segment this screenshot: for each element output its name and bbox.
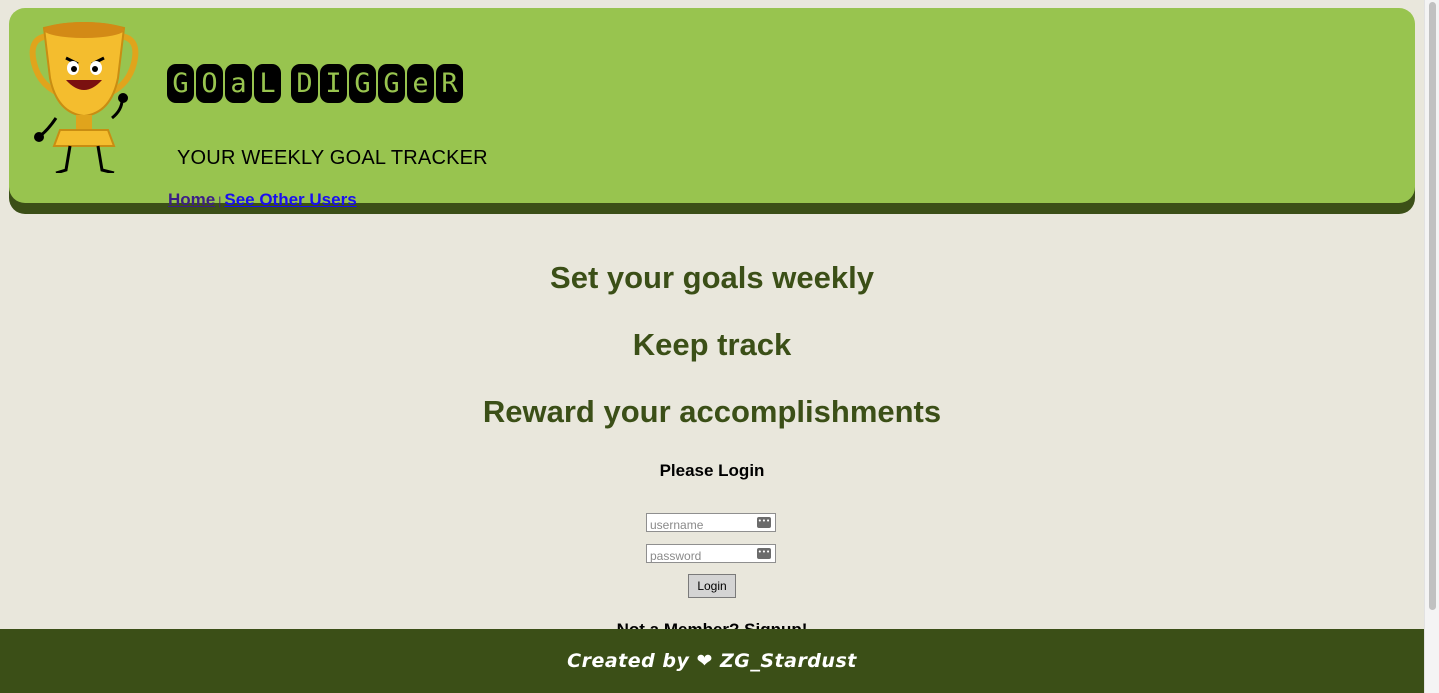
nav-separator: |: [218, 194, 222, 208]
password-key-icon[interactable]: •••: [757, 517, 771, 528]
trophy-mascot-icon: [29, 22, 139, 173]
nav-see-other-users-link[interactable]: See Other Users: [224, 190, 356, 209]
password-input[interactable]: [647, 547, 763, 565]
main-nav: Home | See Other Users: [168, 190, 357, 210]
logo-letter-tile: R: [436, 64, 463, 103]
logo-letter-tile: L: [254, 64, 281, 103]
nav-home-link[interactable]: Home: [168, 190, 215, 209]
logo-letter-tile: D: [291, 64, 318, 103]
password-key-icon[interactable]: •••: [757, 548, 771, 559]
site-header: GOaLDIGGeR YOUR WEEKLY GOAL TRACKER Home…: [9, 8, 1415, 209]
site-logo[interactable]: GOaLDIGGeR: [167, 64, 463, 103]
tagline: YOUR WEEKLY GOAL TRACKER: [177, 147, 488, 169]
heading-reward: Reward your accomplishments: [482, 394, 942, 429]
logo-letter-tile: O: [196, 64, 223, 103]
page-scrollbar[interactable]: [1424, 0, 1439, 693]
username-field[interactable]: •••: [646, 513, 776, 534]
site-footer: Created by ❤ ZG_Stardust: [0, 629, 1424, 693]
logo-letter-tile: G: [349, 64, 376, 103]
logo-letter-tile: G: [167, 64, 194, 103]
scrollbar-thumb[interactable]: [1429, 2, 1436, 610]
heading-keep-track: Keep track: [632, 327, 792, 362]
logo-letter-tile: e: [407, 64, 434, 103]
login-button[interactable]: Login: [688, 574, 736, 598]
login-prompt: Please Login: [659, 461, 765, 480]
heading-set-goals: Set your goals weekly: [550, 260, 874, 295]
username-input[interactable]: [647, 516, 763, 534]
password-field[interactable]: •••: [646, 544, 776, 565]
logo-letter-tile: a: [225, 64, 252, 103]
logo-letter-tile: G: [378, 64, 405, 103]
logo-space: [283, 64, 289, 103]
footer-credit: Created by ❤ ZG_Stardust: [567, 650, 857, 672]
logo-letter-tile: I: [320, 64, 347, 103]
